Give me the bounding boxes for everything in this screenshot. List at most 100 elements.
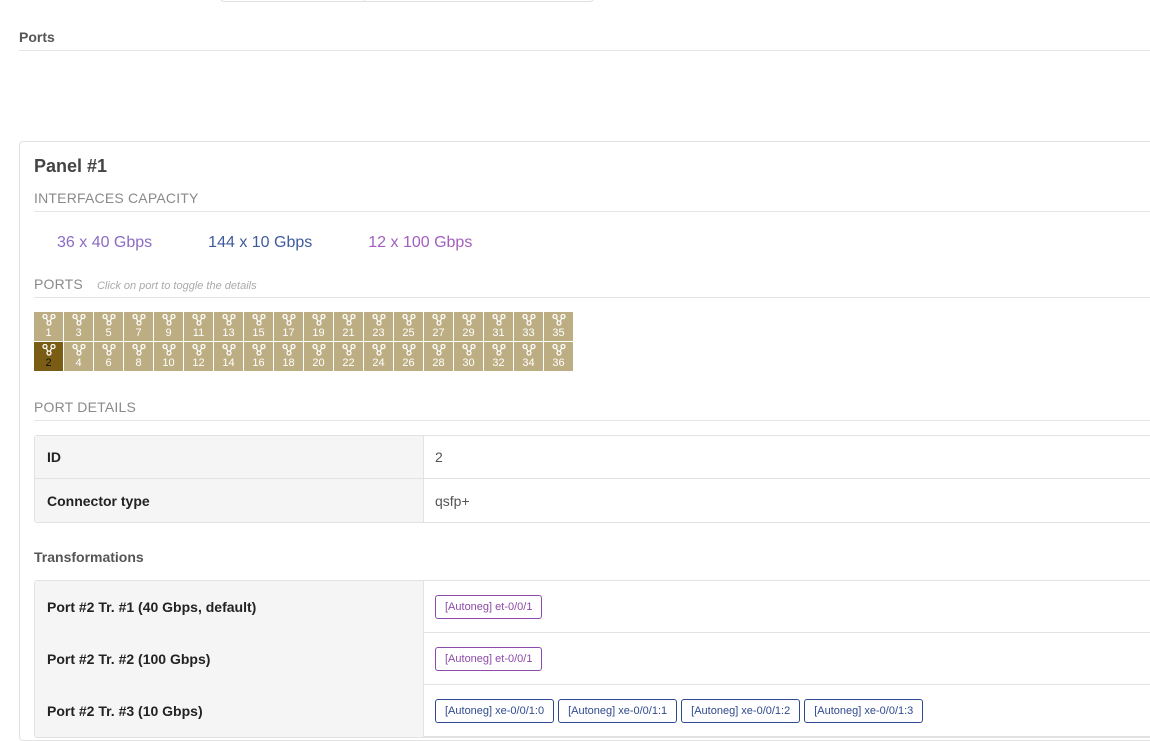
ports-heading: PORTS Click on port to toggle the details xyxy=(34,276,1150,298)
details-key: ID xyxy=(35,436,424,478)
port-connector-icon xyxy=(192,314,206,326)
port-34[interactable]: 34 xyxy=(514,342,544,372)
port-2[interactable]: 2 xyxy=(34,342,64,372)
port-connector-icon xyxy=(132,314,146,326)
port-9[interactable]: 9 xyxy=(154,312,184,342)
port-number: 13 xyxy=(222,327,235,339)
port-number: 5 xyxy=(105,327,112,339)
port-number: 24 xyxy=(372,357,385,369)
port-connector-icon xyxy=(252,344,266,356)
port-23[interactable]: 23 xyxy=(364,312,394,342)
capacity-item: 144 x 10 Gbps xyxy=(208,234,313,251)
port-6[interactable]: 6 xyxy=(94,342,124,372)
port-details-heading-label: PORT DETAILS xyxy=(34,399,136,415)
port-22[interactable]: 22 xyxy=(334,342,364,372)
port-29[interactable]: 29 xyxy=(454,312,484,342)
transformation-interfaces: [Autoneg] et-0/0/1 xyxy=(424,581,1150,632)
top-tab-edge xyxy=(220,0,594,2)
port-25[interactable]: 25 xyxy=(394,312,424,342)
port-26[interactable]: 26 xyxy=(394,342,424,372)
port-3[interactable]: 3 xyxy=(64,312,94,342)
port-connector-icon xyxy=(402,314,416,326)
port-4[interactable]: 4 xyxy=(64,342,94,372)
port-33[interactable]: 33 xyxy=(514,312,544,342)
port-number: 20 xyxy=(312,357,325,369)
port-number: 11 xyxy=(192,327,205,339)
port-7[interactable]: 7 xyxy=(124,312,154,342)
details-value: qsfp+ xyxy=(435,492,470,509)
port-connector-icon xyxy=(162,314,176,326)
port-connector-icon xyxy=(312,344,326,356)
interface-tag[interactable]: [Autoneg] et-0/0/1 xyxy=(435,646,543,671)
capacity-item: 36 x 40 Gbps xyxy=(57,234,153,251)
port-24[interactable]: 24 xyxy=(364,342,394,372)
port-connector-icon xyxy=(222,344,236,356)
port-number: 29 xyxy=(462,327,475,339)
transformation-label: Port #2 Tr. #3 (10 Gbps) xyxy=(35,685,424,737)
port-number: 28 xyxy=(432,357,445,369)
port-connector-icon xyxy=(342,314,356,326)
port-number: 17 xyxy=(282,327,295,339)
transformation-label: Port #2 Tr. #1 (40 Gbps, default) xyxy=(35,581,424,633)
port-21[interactable]: 21 xyxy=(334,312,364,342)
port-number: 9 xyxy=(165,327,172,339)
port-connector-icon xyxy=(462,314,476,326)
port-11[interactable]: 11 xyxy=(184,312,214,342)
interface-tag[interactable]: [Autoneg] xe-0/0/1:3 xyxy=(804,698,924,723)
port-30[interactable]: 30 xyxy=(454,342,484,372)
port-18[interactable]: 18 xyxy=(274,342,304,372)
port-31[interactable]: 31 xyxy=(484,312,514,342)
interface-tag[interactable]: [Autoneg] xe-0/0/1:0 xyxy=(435,698,555,723)
port-8[interactable]: 8 xyxy=(124,342,154,372)
port-number: 26 xyxy=(402,357,415,369)
port-number: 7 xyxy=(135,327,142,339)
details-row: ID 2 xyxy=(35,436,1150,479)
port-35[interactable]: 35 xyxy=(544,312,574,342)
port-1[interactable]: 1 xyxy=(34,312,64,342)
ports-hint: Click on port to toggle the details xyxy=(96,280,257,292)
port-connector-icon xyxy=(522,344,536,356)
interface-tag[interactable]: [Autoneg] xe-0/0/1:2 xyxy=(681,698,801,723)
port-13[interactable]: 13 xyxy=(214,312,244,342)
ports-heading-label: PORTS xyxy=(34,276,83,292)
port-number: 23 xyxy=(372,327,385,339)
port-16[interactable]: 16 xyxy=(244,342,274,372)
port-number: 31 xyxy=(492,327,505,339)
port-details-table: ID 2 Connector type qsfp+ xyxy=(34,435,1150,523)
port-17[interactable]: 17 xyxy=(274,312,304,342)
port-connector-icon xyxy=(192,344,206,356)
details-key: Connector type xyxy=(35,479,424,522)
port-number: 10 xyxy=(162,357,175,369)
port-15[interactable]: 15 xyxy=(244,312,274,342)
port-connector-icon xyxy=(552,314,566,326)
port-20[interactable]: 20 xyxy=(304,342,334,372)
port-number: 34 xyxy=(522,357,535,369)
ports-section-title: Ports xyxy=(19,29,1150,51)
port-19[interactable]: 19 xyxy=(304,312,334,342)
transformation-row: Port #2 Tr. #3 (10 Gbps) [Autoneg] xe-0/0… xyxy=(35,685,1150,737)
port-number: 18 xyxy=(282,357,295,369)
port-10[interactable]: 10 xyxy=(154,342,184,372)
port-connector-icon xyxy=(402,344,416,356)
port-27[interactable]: 27 xyxy=(424,312,454,342)
port-details-heading: PORT DETAILS xyxy=(34,399,1150,421)
port-36[interactable]: 36 xyxy=(544,342,574,372)
port-grid: 1 3 5 7 9 11 13 15 17 19 21 23 25 27 29 31 33 35 2 4 6 8 10 12… xyxy=(34,312,574,372)
port-32[interactable]: 32 xyxy=(484,342,514,372)
port-connector-icon xyxy=(222,314,236,326)
details-row: Connector type qsfp+ xyxy=(35,479,1150,522)
port-number: 32 xyxy=(492,357,505,369)
port-12[interactable]: 12 xyxy=(184,342,214,372)
interface-tag[interactable]: [Autoneg] et-0/0/1 xyxy=(435,594,543,619)
port-5[interactable]: 5 xyxy=(94,312,124,342)
port-28[interactable]: 28 xyxy=(424,342,454,372)
transformations-table: Port #2 Tr. #1 (40 Gbps, default) [Autone… xyxy=(34,580,1150,738)
port-number: 21 xyxy=(342,327,355,339)
port-connector-icon xyxy=(492,344,506,356)
port-number: 25 xyxy=(402,327,415,339)
interface-tag[interactable]: [Autoneg] xe-0/0/1:1 xyxy=(558,698,678,723)
port-number: 30 xyxy=(462,357,475,369)
port-number: 14 xyxy=(222,357,235,369)
capacity-heading-label: INTERFACES CAPACITY xyxy=(34,190,199,206)
port-14[interactable]: 14 xyxy=(214,342,244,372)
